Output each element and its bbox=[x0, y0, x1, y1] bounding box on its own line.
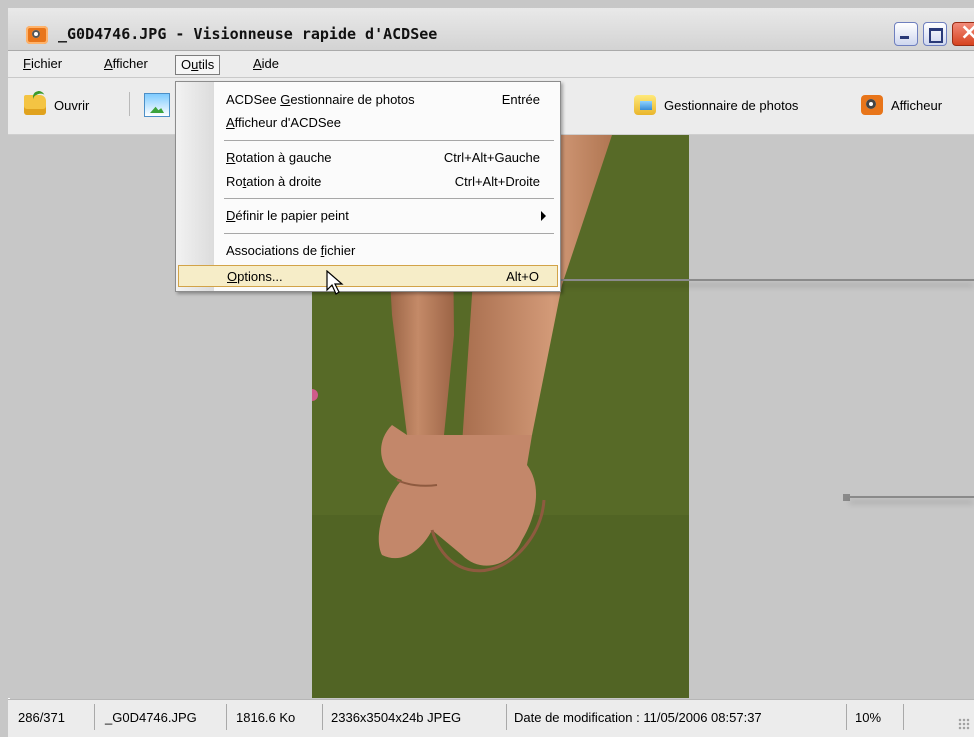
maximize-button[interactable] bbox=[923, 22, 947, 46]
image-edit-button[interactable] bbox=[144, 92, 170, 118]
menu-item-gestionnaire-accel: G bbox=[280, 92, 291, 107]
folder-open-icon bbox=[24, 95, 46, 115]
menu-separator bbox=[224, 233, 554, 234]
menu-outils-pre: O bbox=[181, 57, 192, 72]
acdsee-camera-icon[interactable] bbox=[26, 26, 48, 44]
menu-item-afficheur-post: fficheur d'ACDSee bbox=[234, 115, 341, 130]
menu-item-gestionnaire-pre: ACDSee bbox=[226, 92, 281, 107]
photo-manager-label: Gestionnaire de photos bbox=[664, 97, 799, 113]
menu-item-afficheur-accel: A bbox=[226, 115, 235, 130]
status-dimensions: 2336x3504x24b JPEG bbox=[331, 710, 462, 725]
status-divider bbox=[226, 704, 227, 730]
menu-outils-label: tils bbox=[198, 57, 215, 72]
menu-item-rotation-gauche[interactable]: Rotation à gauche Ctrl+Alt+Gauche bbox=[214, 147, 556, 169]
menu-item-associations-post: ichier bbox=[324, 243, 356, 258]
menu-afficher[interactable]: Afficher bbox=[99, 55, 153, 75]
menu-afficher-label: fficher bbox=[112, 56, 148, 71]
status-divider bbox=[322, 704, 323, 730]
outils-dropdown-menu: ACDSee Gestionnaire de photos Entrée Aff… bbox=[175, 81, 561, 292]
menu-fichier-accel: F bbox=[23, 56, 31, 71]
menu-item-options[interactable]: Options... Alt+O bbox=[178, 265, 558, 287]
open-label: Ouvrir bbox=[54, 97, 90, 113]
menu-item-options-shortcut: Alt+O bbox=[506, 269, 539, 284]
menu-aide[interactable]: Aide bbox=[248, 55, 284, 75]
status-divider bbox=[846, 704, 847, 730]
menu-item-rotation-droite-pre: Ro bbox=[226, 174, 243, 189]
photo-manager-button[interactable]: Gestionnaire de photos bbox=[634, 92, 798, 118]
title-bar[interactable]: _G0D4746.JPG - Visionneuse rapide d'ACDS… bbox=[8, 8, 974, 51]
menu-item-gestionnaire-shortcut: Entrée bbox=[501, 92, 540, 107]
menu-item-options-post: ptions... bbox=[237, 269, 283, 284]
menu-item-afficheur[interactable]: Afficheur d'ACDSee bbox=[214, 112, 556, 134]
viewer-label: Afficheur bbox=[891, 97, 943, 113]
status-divider bbox=[506, 704, 507, 730]
menu-item-gestionnaire-post: estionnaire de photos bbox=[290, 92, 415, 107]
status-filename: _G0D4746.JPG bbox=[105, 710, 197, 725]
menu-item-gestionnaire[interactable]: ACDSee Gestionnaire de photos Entrée bbox=[214, 89, 556, 111]
menu-item-associations-pre: Associations de bbox=[226, 243, 321, 258]
menu-aide-accel: A bbox=[253, 56, 262, 71]
status-zoom: 10% bbox=[855, 710, 882, 725]
menu-outils[interactable]: Outils bbox=[175, 55, 221, 75]
submenu-arrow-icon bbox=[541, 211, 546, 221]
resize-grip[interactable] bbox=[958, 718, 970, 730]
menu-aide-label: ide bbox=[261, 56, 280, 71]
status-modified: Date de modification : 11/05/2006 08:57:… bbox=[514, 710, 762, 725]
viewer-button[interactable]: Afficheur bbox=[861, 92, 942, 118]
menu-item-rotation-gauche-shortcut: Ctrl+Alt+Gauche bbox=[443, 150, 540, 165]
menu-separator bbox=[224, 140, 554, 141]
window-title: _G0D4746.JPG - Visionneuse rapide d'ACDS… bbox=[58, 25, 438, 43]
status-divider bbox=[94, 704, 95, 730]
menu-item-papier-peint-post: éfinir le papier peint bbox=[235, 208, 349, 223]
menu-fichier[interactable]: Fichier bbox=[18, 55, 67, 75]
menu-item-papier-peint[interactable]: Définir le papier peint bbox=[214, 205, 556, 227]
menu-item-rotation-gauche-accel: R bbox=[226, 150, 236, 165]
menu-item-papier-peint-accel: D bbox=[226, 208, 236, 223]
menu-fichier-label: ichier bbox=[30, 56, 63, 71]
open-button[interactable]: Ouvrir bbox=[24, 92, 89, 118]
photo-manager-icon bbox=[634, 95, 656, 115]
status-position: 286/371 bbox=[18, 710, 65, 725]
viewer-icon bbox=[861, 95, 883, 115]
image-edit-icon bbox=[144, 93, 170, 117]
minimize-button[interactable] bbox=[894, 22, 918, 46]
toolbar-separator bbox=[129, 92, 130, 116]
menu-bar: Fichier Afficher Outils Aide bbox=[8, 51, 974, 78]
close-button[interactable] bbox=[952, 20, 974, 46]
menu-item-rotation-droite-shortcut: Ctrl+Alt+Droite bbox=[454, 174, 540, 189]
status-filesize: 1816.6 Ko bbox=[236, 710, 296, 725]
menu-item-rotation-gauche-post: otation à gauche bbox=[235, 150, 332, 165]
menu-item-options-accel: O bbox=[227, 269, 238, 284]
menu-item-rotation-droite[interactable]: Rotation à droite Ctrl+Alt+Droite bbox=[214, 171, 556, 193]
menu-separator bbox=[224, 198, 554, 199]
mouse-pointer-icon bbox=[326, 270, 344, 295]
menu-afficher-accel: A bbox=[104, 56, 113, 71]
connector-line bbox=[849, 496, 974, 498]
menu-icon-strip bbox=[176, 82, 214, 291]
menu-item-associations[interactable]: Associations de fichier bbox=[214, 240, 556, 262]
status-divider bbox=[903, 704, 904, 730]
menu-item-rotation-droite-post: ation à droite bbox=[246, 174, 322, 189]
